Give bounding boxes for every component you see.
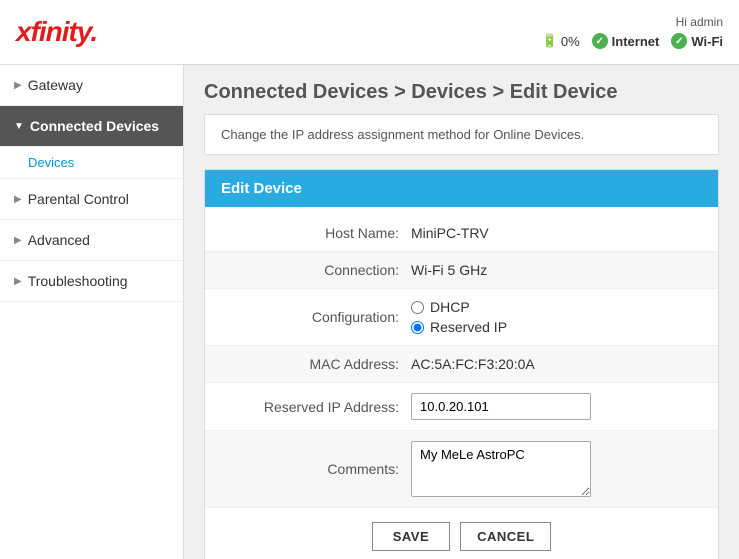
header: xfinity. Hi admin 🔋 0% ✓ Internet ✓ Wi-F… <box>0 0 739 65</box>
header-right: Hi admin 🔋 0% ✓ Internet ✓ Wi-Fi <box>542 15 723 49</box>
reserved-ip-label: Reserved IP <box>430 319 507 335</box>
buttons-row: SAVE CANCEL <box>205 508 718 559</box>
main-content: Connected Devices > Devices > Edit Devic… <box>184 65 739 559</box>
sidebar-item-troubleshooting-label: Troubleshooting <box>28 273 128 289</box>
reserved-ip-radio[interactable] <box>411 321 424 334</box>
comments-label: Comments: <box>221 461 411 477</box>
connection-label: Connection: <box>221 262 411 278</box>
internet-check-icon: ✓ <box>592 33 608 49</box>
connection-value: Wi-Fi 5 GHz <box>411 262 487 278</box>
dhcp-option[interactable]: DHCP <box>411 299 507 315</box>
parental-control-arrow-icon: ▶ <box>14 194 22 205</box>
connected-devices-arrow-icon: ▼ <box>14 121 24 132</box>
info-text: Change the IP address assignment method … <box>221 127 584 142</box>
form-title: Edit Device <box>221 180 302 197</box>
mac-address-row: MAC Address: AC:5A:FC:F3:20:0A <box>205 346 718 383</box>
connection-row: Connection: Wi-Fi 5 GHz <box>205 252 718 289</box>
sidebar-item-connected-devices-label: Connected Devices <box>30 118 159 134</box>
form-card-header: Edit Device <box>205 170 718 207</box>
mac-address-label: MAC Address: <box>221 356 411 372</box>
header-status: 🔋 0% ✓ Internet ✓ Wi-Fi <box>542 33 723 49</box>
mac-address-value: AC:5A:FC:F3:20:0A <box>411 356 535 372</box>
host-name-value: MiniPC-TRV <box>411 225 489 241</box>
sidebar-sub-item-devices[interactable]: Devices <box>0 147 183 179</box>
internet-label: Internet <box>612 34 660 49</box>
configuration-row: Configuration: DHCP Reserved IP <box>205 289 718 346</box>
dhcp-radio[interactable] <box>411 301 424 314</box>
reserved-ip-address-label: Reserved IP Address: <box>221 399 411 415</box>
configuration-radio-group: DHCP Reserved IP <box>411 299 507 335</box>
layout: ▶ Gateway ▼ Connected Devices Devices ▶ … <box>0 65 739 559</box>
host-name-label: Host Name: <box>221 225 411 241</box>
sidebar-sub-item-devices-label: Devices <box>28 155 74 170</box>
form-body: Host Name: MiniPC-TRV Connection: Wi-Fi … <box>205 207 718 559</box>
battery-icon: 🔋 <box>542 33 558 49</box>
advanced-arrow-icon: ▶ <box>14 235 22 246</box>
form-card: Edit Device Host Name: MiniPC-TRV Connec… <box>204 169 719 559</box>
sidebar-item-advanced[interactable]: ▶ Advanced <box>0 220 183 261</box>
sidebar-item-gateway-label: Gateway <box>28 77 83 93</box>
comments-textarea[interactable]: My <span class="underline-text">MeLe</sp… <box>411 441 591 497</box>
wifi-check-icon: ✓ <box>671 33 687 49</box>
battery-status: 🔋 0% <box>542 33 580 49</box>
reserved-ip-address-input[interactable] <box>411 393 591 420</box>
sidebar-item-connected-devices[interactable]: ▼ Connected Devices <box>0 106 183 147</box>
sidebar-item-parental-control-label: Parental Control <box>28 191 129 207</box>
breadcrumb: Connected Devices > Devices > Edit Devic… <box>204 81 719 104</box>
gateway-arrow-icon: ▶ <box>14 80 22 91</box>
host-name-row: Host Name: MiniPC-TRV <box>205 215 718 252</box>
reserved-ip-address-row: Reserved IP Address: <box>205 383 718 431</box>
xfinity-logo: xfinity. <box>16 16 97 48</box>
battery-percent: 0% <box>561 34 580 49</box>
sidebar-item-advanced-label: Advanced <box>28 232 90 248</box>
dhcp-label: DHCP <box>430 299 470 315</box>
wifi-label: Wi-Fi <box>691 34 723 49</box>
configuration-label: Configuration: <box>221 309 411 325</box>
sidebar-item-parental-control[interactable]: ▶ Parental Control <box>0 179 183 220</box>
sidebar: ▶ Gateway ▼ Connected Devices Devices ▶ … <box>0 65 184 559</box>
sidebar-item-gateway[interactable]: ▶ Gateway <box>0 65 183 106</box>
cancel-button[interactable]: CANCEL <box>460 522 551 551</box>
save-button[interactable]: SAVE <box>372 522 450 551</box>
sidebar-item-troubleshooting[interactable]: ▶ Troubleshooting <box>0 261 183 302</box>
comments-row: Comments: My <span class="underline-text… <box>205 431 718 508</box>
hi-admin-label: Hi admin <box>676 15 723 29</box>
wifi-status: ✓ Wi-Fi <box>671 33 723 49</box>
troubleshooting-arrow-icon: ▶ <box>14 276 22 287</box>
internet-status: ✓ Internet <box>592 33 660 49</box>
reserved-ip-option[interactable]: Reserved IP <box>411 319 507 335</box>
info-box: Change the IP address assignment method … <box>204 114 719 155</box>
